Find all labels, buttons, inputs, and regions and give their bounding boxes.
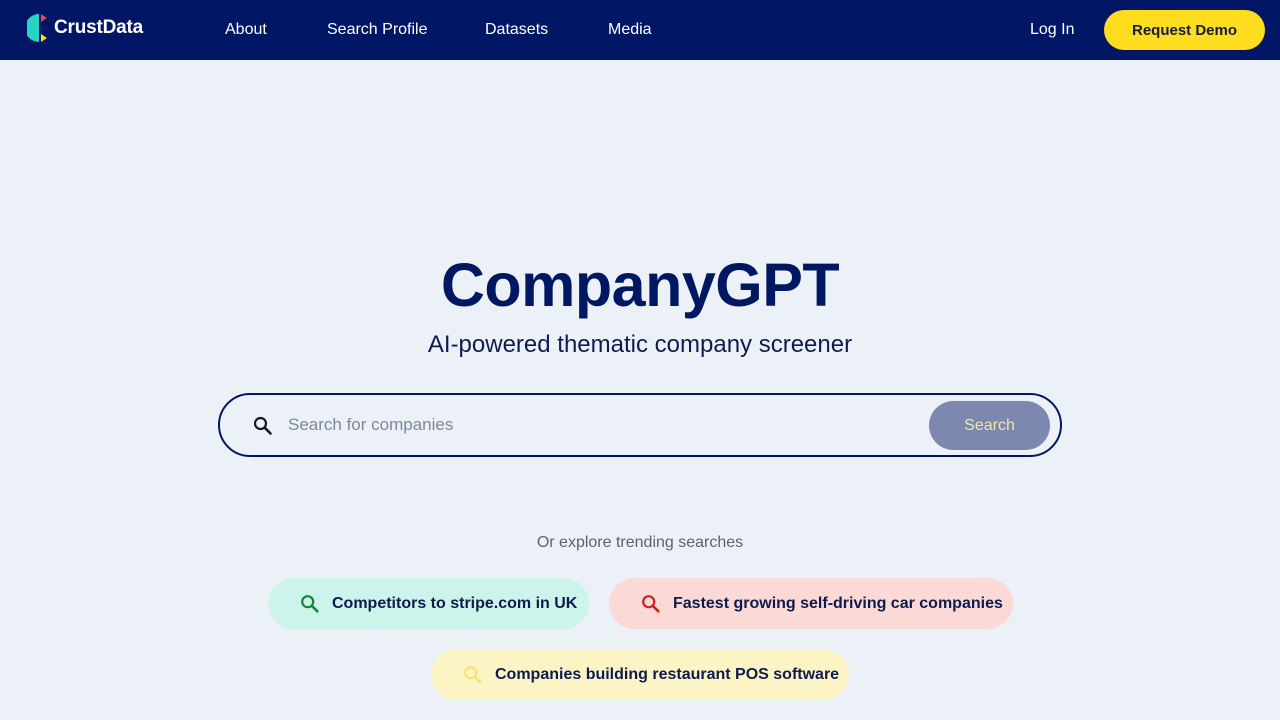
search-button[interactable]: Search	[929, 401, 1050, 450]
top-navbar: CrustData About Search Profile Datasets …	[0, 0, 1280, 60]
search-input[interactable]	[286, 406, 916, 444]
search-icon	[464, 665, 482, 684]
trending-chip-stripe-competitors[interactable]: Competitors to stripe.com in UK	[268, 578, 589, 629]
chip-label: Companies building restaurant POS softwa…	[495, 665, 840, 683]
page-title: CompanyGPT	[440, 251, 840, 319]
trending-searches-label: Or explore trending searches	[536, 534, 744, 551]
search-bar: Search	[218, 393, 1062, 457]
request-demo-button[interactable]: Request Demo	[1104, 10, 1265, 50]
chip-label: Competitors to stripe.com in UK	[332, 594, 578, 612]
trending-chip-self-driving[interactable]: Fastest growing self-driving car compani…	[609, 578, 1013, 629]
nav-link-media[interactable]: Media	[608, 20, 652, 40]
page-subtitle: AI-powered thematic company screener	[427, 331, 853, 358]
brand-name: CrustData	[54, 17, 143, 38]
login-link[interactable]: Log In	[1030, 20, 1074, 40]
crustdata-logo-icon	[27, 14, 47, 42]
nav-link-about[interactable]: About	[225, 20, 267, 40]
search-icon	[253, 416, 272, 435]
chip-label: Fastest growing self-driving car compani…	[673, 594, 1003, 612]
brand-logo[interactable]: CrustData	[27, 12, 143, 44]
search-icon	[301, 594, 319, 613]
nav-link-datasets[interactable]: Datasets	[485, 20, 548, 40]
nav-link-search-profile[interactable]: Search Profile	[327, 20, 428, 40]
search-icon	[642, 594, 660, 613]
trending-chip-restaurant-pos[interactable]: Companies building restaurant POS softwa…	[431, 649, 849, 700]
